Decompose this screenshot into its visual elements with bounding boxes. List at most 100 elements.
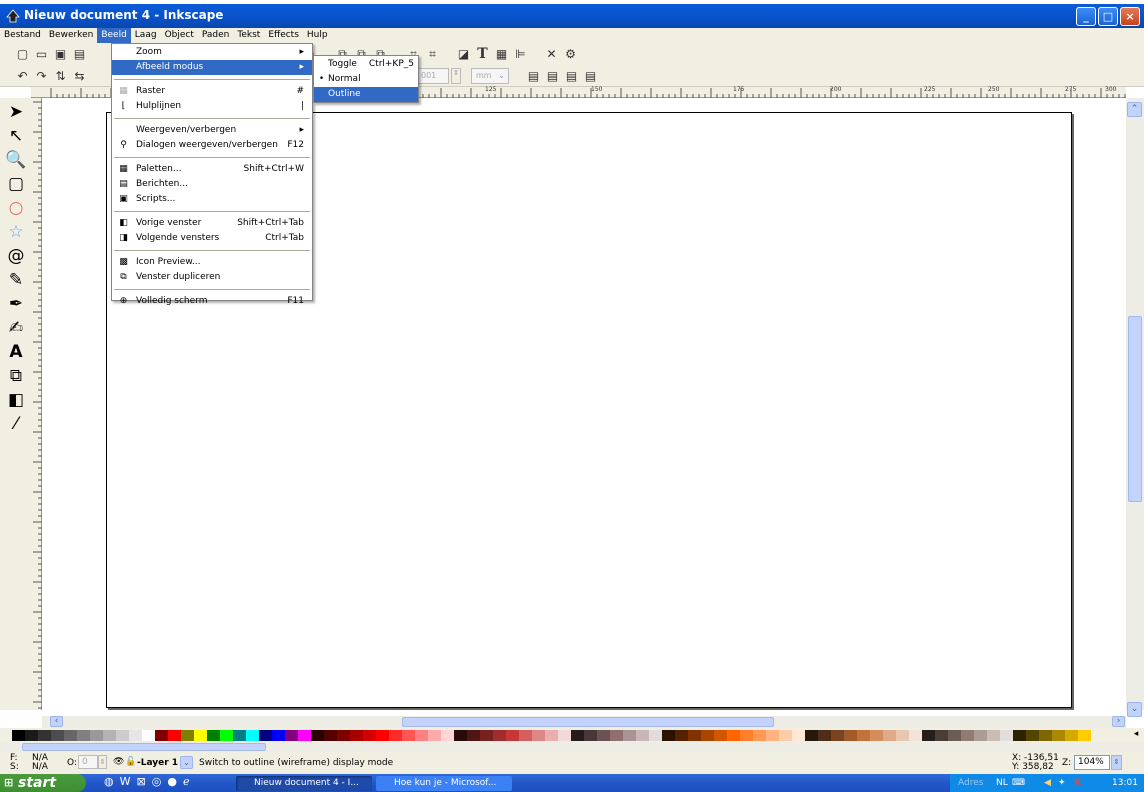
palette-swatch[interactable] [597,730,610,741]
palette-swatch[interactable] [1000,730,1013,741]
gradient-tool-icon[interactable]: ◧ [2,388,30,412]
task-word[interactable]: Hoe kun je - Microsof... [376,776,512,791]
minimize-button[interactable]: _ [1076,7,1096,26]
palette-scrollbar[interactable] [0,742,1144,752]
language-indicator[interactable]: NL [996,774,1008,792]
dropper-tool-icon[interactable]: ⁄ [2,412,30,436]
palette-swatch[interactable] [935,730,948,741]
palette-swatch[interactable] [740,730,753,741]
move-patterns-icon[interactable]: ▤ [582,67,599,84]
spiral-tool-icon[interactable]: @ [2,244,30,268]
palette-swatch[interactable] [233,730,246,741]
pencil-tool-icon[interactable]: ✎ [2,268,30,292]
menu-bewerken[interactable]: Bewerken [45,28,97,43]
layer-dropdown-arrow[interactable]: ⌄ [180,756,193,769]
palette-swatch[interactable] [701,730,714,741]
palette-swatch[interactable] [779,730,792,741]
scroll-up-arrow[interactable]: ⌃ [1127,102,1142,117]
quicklaunch-excel-icon[interactable]: ⊠ [137,775,146,788]
palette-swatch[interactable] [142,730,155,741]
task-inkscape[interactable]: Nieuw document 4 - I... [236,776,372,791]
flip-horizontal-icon[interactable]: ⇆ [71,67,88,84]
xml-editor-icon[interactable]: ▦ [493,46,510,63]
connector-tool-icon[interactable]: ⧉ [2,364,30,388]
palette-swatch[interactable] [454,730,467,741]
align-icon[interactable]: ⊫ [512,46,529,63]
menu-beeld[interactable]: Beeld [97,28,131,43]
palette-swatch[interactable] [922,730,935,741]
palette-swatch[interactable] [766,730,779,741]
palette-swatch[interactable] [181,730,194,741]
ellipse-tool-icon[interactable]: ○ [2,196,30,220]
palette-swatch[interactable] [324,730,337,741]
palette-swatch[interactable] [51,730,64,741]
palette-swatch[interactable] [727,730,740,741]
palette-swatch[interactable] [1039,730,1052,741]
palette-swatch[interactable] [402,730,415,741]
palette-swatch[interactable] [129,730,142,741]
keyboard-icon[interactable]: ⌨ [1012,774,1025,792]
palette-menu-arrow[interactable]: ◂ [1130,729,1142,741]
palette-swatch[interactable] [883,730,896,741]
scroll-down-arrow[interactable]: ⌄ [1127,702,1142,717]
preferences-icon[interactable]: ✕ [543,46,560,63]
palette-scroll-thumb[interactable] [22,743,266,751]
text-font-icon[interactable]: T [474,46,491,63]
unit-select[interactable]: mm ⌄ [471,67,509,84]
quicklaunch-chat-icon[interactable]: ◎ [152,775,162,788]
palette-swatch[interactable] [844,730,857,741]
menu-venster-dupliceren[interactable]: ⧉ Venster dupliceren [112,270,312,285]
palette-swatch[interactable] [415,730,428,741]
palette-swatch[interactable] [103,730,116,741]
submenu-toggle[interactable]: Toggle Ctrl+KP_5 [314,57,418,72]
tray-antivirus-icon[interactable]: K [1074,774,1081,792]
menu-scripts[interactable]: ▣ Scripts... [112,192,312,207]
flip-icon[interactable]: ⇅ [52,67,69,84]
palette-swatch[interactable] [753,730,766,741]
vertical-ruler[interactable] [31,98,42,710]
palette-swatch[interactable] [467,730,480,741]
palette-swatch[interactable] [207,730,220,741]
palette-swatch[interactable] [610,730,623,741]
quicklaunch-media-icon[interactable]: ● [167,775,177,788]
palette-swatch[interactable] [64,730,77,741]
palette-swatch[interactable] [1052,730,1065,741]
palette-swatch[interactable] [961,730,974,741]
tray-messenger-icon[interactable]: ✦ [1058,774,1066,792]
palette-swatch[interactable] [688,730,701,741]
scroll-right-arrow[interactable]: › [1112,716,1125,727]
menu-paden[interactable]: Paden [198,28,234,43]
menu-raster[interactable]: ▦ Raster # [112,84,312,99]
current-layer[interactable]: -Layer 1 [137,758,178,768]
palette-swatch[interactable] [246,730,259,741]
palette-swatch[interactable] [896,730,909,741]
menu-vorige-venster[interactable]: ◧ Vorige venster Shift+Ctrl+Tab [112,216,312,231]
menu-tekst[interactable]: Tekst [233,28,264,43]
menu-bestand[interactable]: Bestand [0,28,45,43]
palette-swatch[interactable] [259,730,272,741]
print-icon[interactable]: ▤ [71,46,88,63]
scale-stroke-icon[interactable]: ▤ [525,67,542,84]
horizontal-scroll-thumb[interactable] [402,717,774,727]
palette-swatch[interactable] [662,730,675,741]
palette-swatch[interactable] [168,730,181,741]
menu-volledig-scherm[interactable]: ⊕ Volledig scherm F11 [112,294,312,309]
palette-swatch[interactable] [584,730,597,741]
palette-swatch[interactable] [636,730,649,741]
palette-swatch[interactable] [90,730,103,741]
palette-swatch[interactable] [350,730,363,741]
palette-swatch[interactable] [1013,730,1026,741]
menu-object[interactable]: Object [161,28,198,43]
scale-corners-icon[interactable]: ▤ [544,67,561,84]
quicklaunch-word-icon[interactable]: W [120,775,131,788]
calligraphy-tool-icon[interactable]: ✍ [2,316,30,340]
size-spinner[interactable]: ⇕ [451,67,461,84]
menu-afbeeld-modus[interactable]: Afbeeld modus ▸ [112,60,312,75]
vertical-scroll-thumb[interactable] [1128,316,1142,502]
palette-swatch[interactable] [857,730,870,741]
menu-hulplijnen[interactable]: ⌊ Hulplijnen | [112,99,312,114]
menu-paletten[interactable]: ▦ Paletten... Shift+Ctrl+W [112,162,312,177]
palette-swatch[interactable] [480,730,493,741]
palette-swatch[interactable] [792,730,805,741]
layer-visibility-icon[interactable]: 👁 [113,757,124,767]
